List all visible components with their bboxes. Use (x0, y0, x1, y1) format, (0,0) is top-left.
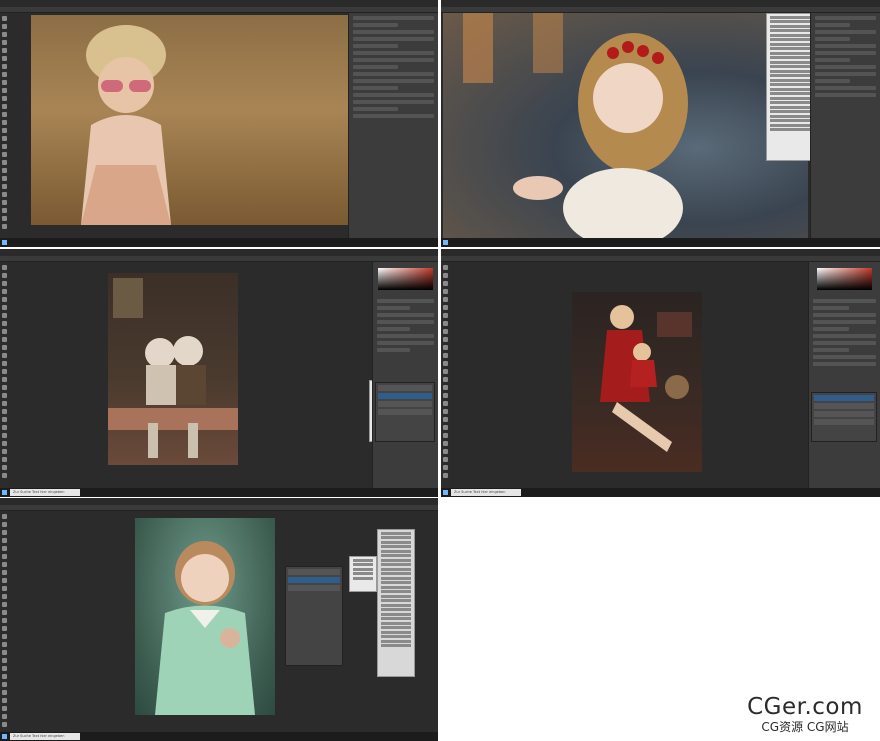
document-canvas[interactable] (9, 262, 414, 488)
girl-with-doll-photo (135, 518, 275, 715)
layers-panel[interactable] (375, 382, 435, 442)
photoshop-window-1 (0, 0, 438, 247)
windows-start-icon[interactable] (2, 734, 7, 739)
properties-panel[interactable] (348, 13, 438, 238)
windows-taskbar: Zur Suche Text hier eingeben (441, 488, 880, 497)
taskbar-search-input[interactable]: Zur Suche Text hier eingeben (10, 733, 80, 740)
menu-bar[interactable] (441, 249, 880, 256)
windows-start-icon[interactable] (2, 240, 7, 245)
menu-bar[interactable] (0, 249, 438, 256)
document-canvas[interactable] (9, 13, 348, 238)
photoshop-window-2 (441, 0, 880, 247)
menu-bar[interactable] (441, 0, 880, 7)
windows-taskbar (0, 238, 438, 247)
color-picker[interactable] (378, 268, 433, 290)
watermark-sub-text: CG资源 CG网站 (761, 720, 849, 734)
history-panel[interactable] (810, 13, 880, 238)
photoshop-window-5: Zur Suche Text hier eingeben (0, 498, 438, 741)
windows-start-icon[interactable] (443, 490, 448, 495)
properties-panel[interactable] (372, 262, 438, 488)
photoshop-window-4: Zur Suche Text hier eingeben (441, 249, 880, 497)
tools-panel[interactable] (441, 262, 450, 488)
layers-panel[interactable] (811, 392, 877, 442)
tools-panel[interactable] (0, 13, 9, 238)
windows-taskbar: Zur Suche Text hier eingeben (0, 488, 438, 497)
document-canvas[interactable] (9, 511, 438, 732)
photoshop-window-3: Zur Suche Text hier eingeben (0, 249, 438, 497)
menu-bar[interactable] (0, 0, 438, 7)
taskbar-search-input[interactable]: Zur Suche Text hier eingeben (451, 489, 521, 496)
menu-bar[interactable] (0, 498, 438, 505)
actions-list-panel[interactable] (377, 529, 415, 677)
winter-girl-blowing-snow-photo (443, 13, 808, 247)
two-children-on-bench-photo (108, 273, 238, 465)
windows-start-icon[interactable] (2, 490, 7, 495)
document-canvas[interactable] (441, 13, 814, 247)
document-canvas[interactable] (450, 262, 808, 488)
windows-taskbar (441, 238, 880, 247)
mother-daughter-reading-photo (572, 292, 702, 472)
properties-panel[interactable] (808, 262, 880, 488)
context-menu[interactable] (766, 13, 814, 161)
context-menu[interactable] (349, 556, 377, 592)
layers-panel[interactable] (285, 566, 343, 666)
tools-panel[interactable] (0, 262, 9, 488)
cger-watermark: CGer.com CG资源 CG网站 (735, 694, 875, 738)
girl-in-wheat-field-photo (31, 15, 348, 225)
windows-start-icon[interactable] (443, 240, 448, 245)
color-picker[interactable] (817, 268, 872, 290)
watermark-main-text: CGer.com (747, 694, 863, 720)
taskbar-search-input[interactable]: Zur Suche Text hier eingeben (10, 489, 80, 496)
tools-panel[interactable] (0, 511, 9, 732)
windows-taskbar: Zur Suche Text hier eingeben (0, 732, 438, 741)
